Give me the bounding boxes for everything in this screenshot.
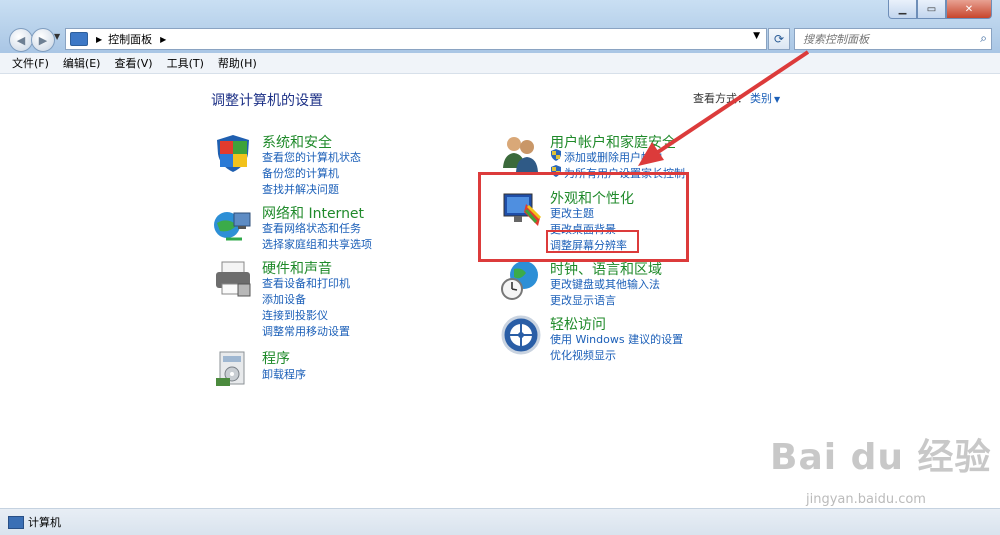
category-link[interactable]: 调整常用移动设置 <box>262 323 350 339</box>
accessibility-icon <box>501 315 541 355</box>
category-programs: 程序 卸载程序 <box>212 348 472 388</box>
uac-shield-icon <box>551 149 561 161</box>
printer-icon <box>216 261 251 297</box>
category-title[interactable]: 程序 <box>262 348 290 368</box>
window-controls: ▁ ▭ ✕ <box>888 0 992 19</box>
category-link[interactable]: 卸载程序 <box>262 366 306 382</box>
menu-file[interactable]: 文件(F) <box>12 55 49 71</box>
recent-pages-dropdown[interactable]: ▼ <box>54 32 60 41</box>
globe-clock-icon <box>501 261 538 300</box>
breadcrumb-chevron-icon[interactable]: ▶ <box>160 35 166 44</box>
category-link[interactable]: 添加设备 <box>262 291 306 307</box>
minimize-button[interactable]: ▁ <box>888 0 917 19</box>
back-button[interactable]: ◀ <box>9 28 33 52</box>
menu-view[interactable]: 查看(V) <box>114 55 152 71</box>
category-link[interactable]: 选择家庭组和共享选项 <box>262 236 372 252</box>
programs-icon <box>216 351 245 386</box>
shield-icon <box>217 135 249 172</box>
category-hardware-sound: 硬件和声音 查看设备和打印机 添加设备 连接到投影仪 调整常用移动设置 <box>212 258 472 338</box>
category-network: 网络和 Internet 查看网络状态和任务 选择家庭组和共享选项 <box>212 203 472 253</box>
computer-icon <box>8 515 24 529</box>
category-link[interactable]: 备份您的计算机 <box>262 165 339 181</box>
close-button[interactable]: ✕ <box>946 0 992 19</box>
category-link[interactable]: 查看设备和打印机 <box>262 275 350 291</box>
status-text: 计算机 <box>28 516 61 529</box>
menu-help[interactable]: 帮助(H) <box>218 55 257 71</box>
search-box[interactable]: ⌕ <box>794 28 992 50</box>
category-ease-of-access: 轻松访问 使用 Windows 建议的设置 优化视频显示 <box>500 314 760 364</box>
category-link[interactable]: 使用 Windows 建议的设置 <box>550 331 683 347</box>
window-chrome: ▁ ▭ ✕ ◀ ▶ ▼ ▶ 控制面板 ▶ ▼ ⟳ ⌕ <box>0 0 1000 53</box>
category-link[interactable]: 查看网络状态和任务 <box>262 220 361 236</box>
forward-button[interactable]: ▶ <box>31 28 55 52</box>
control-panel-icon <box>70 32 88 46</box>
breadcrumb-separator-icon[interactable]: ▶ <box>96 35 102 44</box>
status-bar: 计算机 <box>0 508 1000 535</box>
annotation-box-resolution <box>546 230 639 253</box>
address-dropdown-icon[interactable]: ▼ <box>753 31 760 41</box>
category-link[interactable]: 更改显示语言 <box>550 292 616 308</box>
page-title: 调整计算机的设置 <box>211 93 323 109</box>
maximize-button[interactable]: ▭ <box>917 0 946 19</box>
category-link[interactable]: 查看您的计算机状态 <box>262 149 361 165</box>
annotation-arrow <box>638 50 810 166</box>
category-link[interactable]: 连接到投影仪 <box>262 307 328 323</box>
search-icon[interactable]: ⌕ <box>980 31 987 46</box>
users-icon <box>503 137 538 172</box>
category-link[interactable]: 更改键盘或其他输入法 <box>550 276 660 292</box>
search-input[interactable] <box>801 29 965 49</box>
watermark-logo: Bai du 经验 <box>770 437 992 478</box>
category-link[interactable]: 优化视频显示 <box>550 347 616 363</box>
network-icon <box>214 212 251 241</box>
menu-tools[interactable]: 工具(T) <box>167 55 204 71</box>
breadcrumb-control-panel[interactable]: 控制面板 <box>108 31 152 47</box>
menu-edit[interactable]: 编辑(E) <box>63 55 101 71</box>
menu-bar: 文件(F) 编辑(E) 查看(V) 工具(T) 帮助(H) <box>0 53 1000 74</box>
category-clock-language: 时钟、语言和区域 更改键盘或其他输入法 更改显示语言 <box>500 259 760 309</box>
watermark-url: jingyan.baidu.com <box>806 492 926 507</box>
category-system-security: 系统和安全 查看您的计算机状态 备份您的计算机 查找并解决问题 <box>212 132 472 196</box>
category-link[interactable]: 查找并解决问题 <box>262 181 339 197</box>
